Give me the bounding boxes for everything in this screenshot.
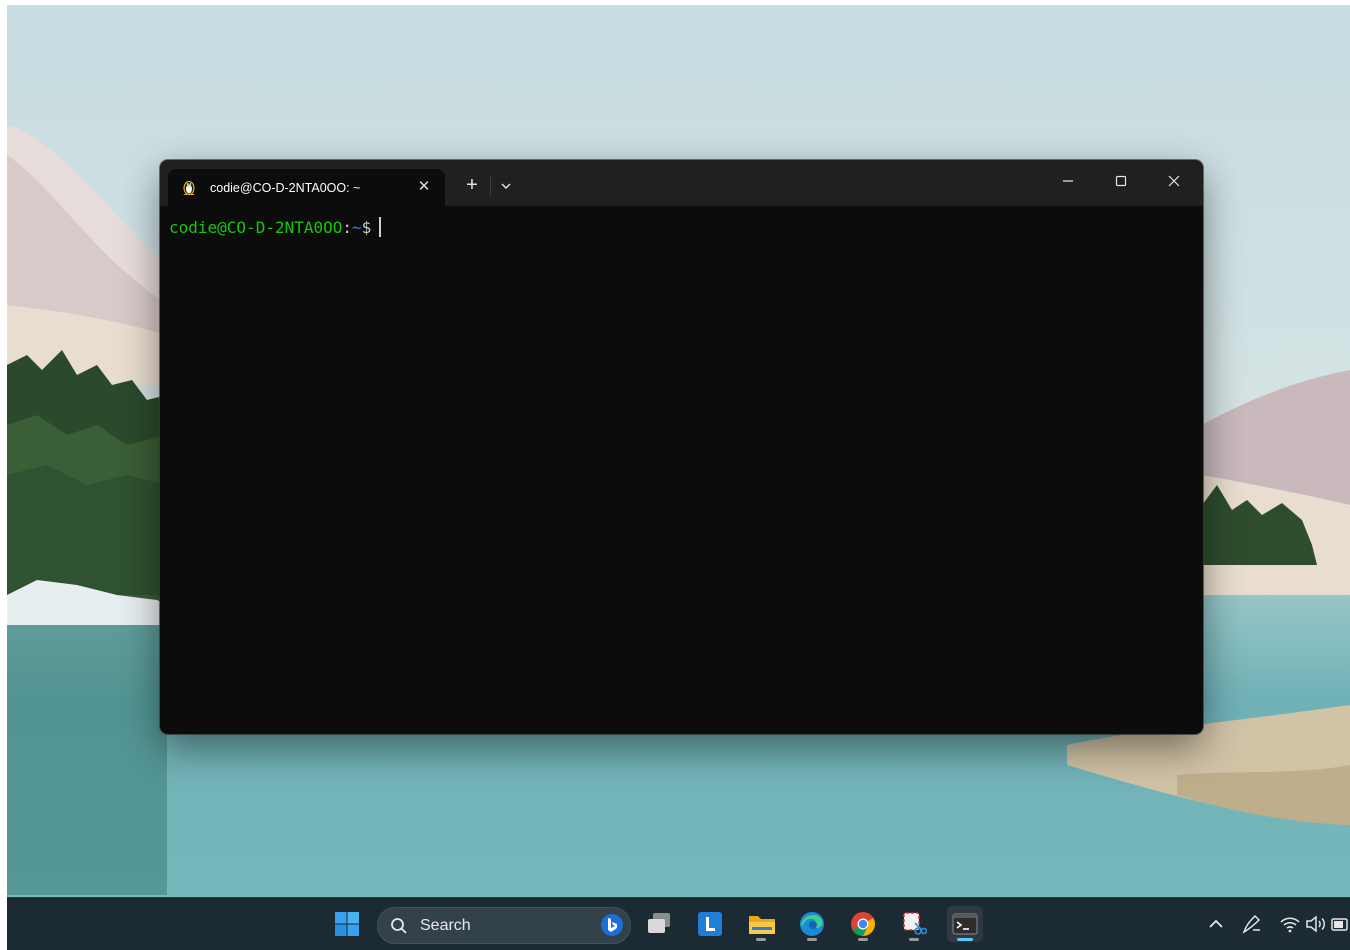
windows-start-icon [335,912,359,936]
task-view-button[interactable] [641,906,677,942]
tab-separator [490,176,491,196]
maximize-icon [1115,175,1127,187]
chrome-icon [851,912,875,936]
new-tab-button[interactable]: + [460,174,484,198]
file-explorer-button[interactable] [743,906,779,942]
running-indicator [807,938,817,941]
maximize-button[interactable] [1098,166,1144,196]
search-icon [391,918,407,934]
edge-icon [800,912,824,936]
chrome-button[interactable] [845,906,881,942]
file-explorer-icon [749,916,775,934]
prompt-colon: : [342,218,353,237]
l-app-icon [698,912,722,936]
running-indicator [858,938,868,941]
close-icon [1168,175,1180,187]
tab-close-icon[interactable]: ✕ [413,176,435,198]
bing-icon[interactable] [600,913,624,937]
wifi-icon[interactable] [1278,912,1302,936]
pen-icon[interactable] [1240,912,1264,936]
linux-penguin-icon [183,181,195,195]
battery-icon[interactable] [1329,912,1349,936]
chevron-up-icon[interactable] [1204,912,1228,936]
minimize-button[interactable] [1045,166,1091,196]
prompt-path: ~ [352,218,362,237]
snipping-tool-button[interactable] [896,906,932,942]
terminal-tab[interactable]: codie@CO-D-2NTA0OO: ~ ✕ [168,169,445,206]
minimize-icon [1063,180,1073,182]
snipping-tool-icon [903,912,927,935]
search-placeholder: Search [420,917,471,934]
start-button[interactable] [329,906,365,942]
taskbar-search[interactable]: Search [377,907,631,944]
shell-prompt: codie@CO-D-2NTA0OO:~$ [169,217,382,237]
chevron-down-icon[interactable] [497,177,515,195]
prompt-user-host: codie@CO-D-2NTA0OO [169,218,343,237]
terminal-output-area[interactable]: codie@CO-D-2NTA0OO:~$ [160,206,1203,734]
terminal-taskbar-button[interactable] [947,906,983,942]
volume-icon[interactable] [1304,912,1328,936]
running-indicator [756,938,766,941]
active-indicator [957,938,973,941]
terminal-icon [952,913,978,935]
close-window-button[interactable] [1151,166,1197,196]
tab-title: codie@CO-D-2NTA0OO: ~ [210,181,361,195]
text-cursor [379,217,382,237]
running-indicator [909,938,919,941]
task-view-icon [648,913,670,933]
terminal-window: codie@CO-D-2NTA0OO: ~ ✕ + codie@CO-D-2NT… [160,160,1203,734]
taskbar: Search [7,897,1350,950]
prompt-dollar: $ [361,218,372,237]
l-app-button[interactable] [692,906,728,942]
edge-button[interactable] [794,906,830,942]
terminal-titlebar[interactable]: codie@CO-D-2NTA0OO: ~ ✕ + [160,160,1203,206]
